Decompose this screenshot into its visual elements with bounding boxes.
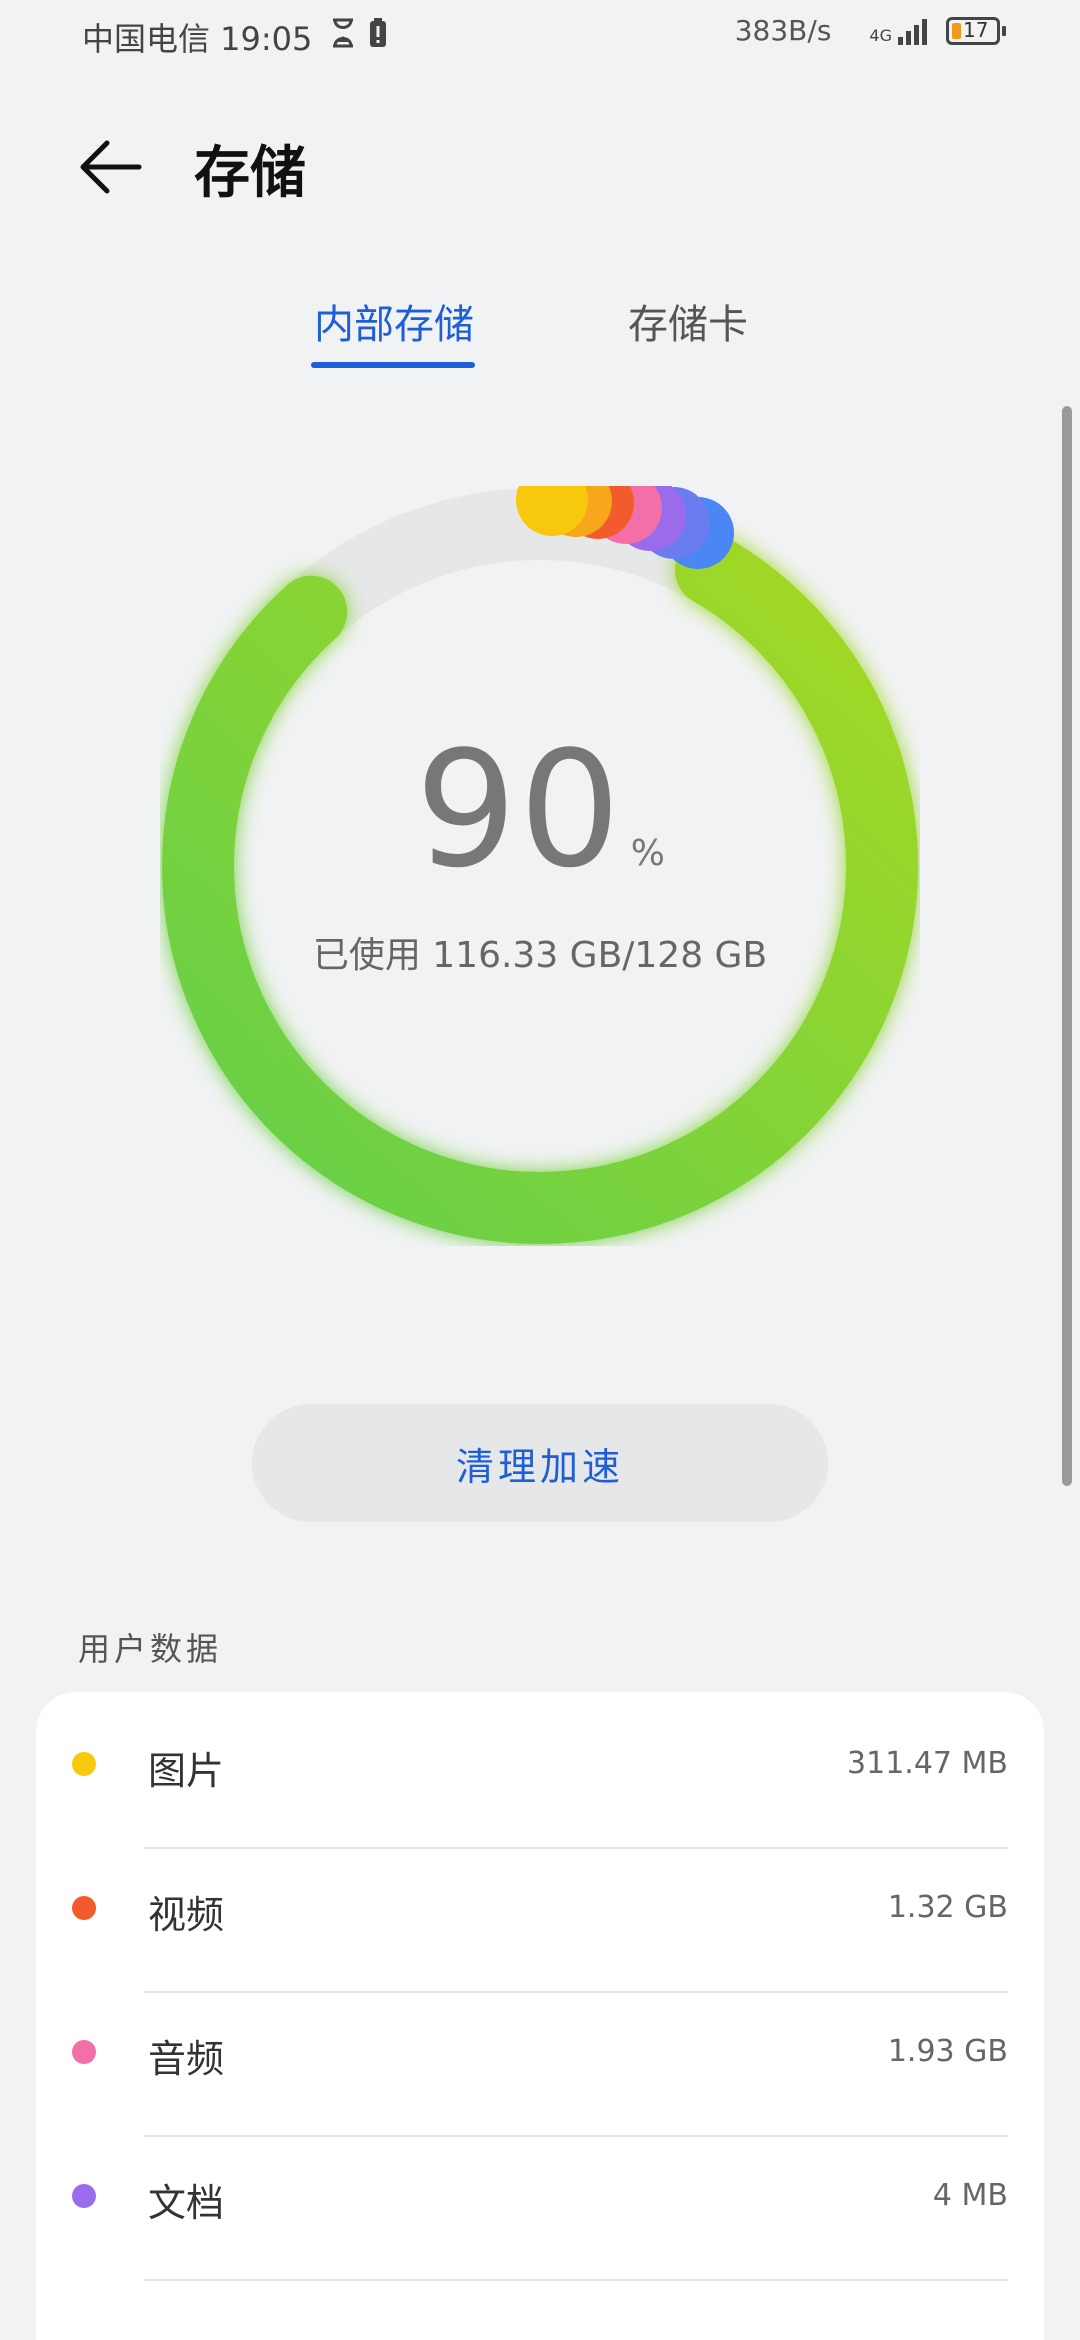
signal-4g-icon: 4G [869, 17, 932, 45]
net-speed: 383B/s [734, 14, 832, 47]
list-item-images[interactable]: 图片 311.47 MB [36, 1692, 1044, 1836]
dot-images [72, 1752, 96, 1776]
item-label: 视频 [148, 1893, 225, 1937]
dot-documents [72, 2184, 96, 2208]
dot-videos [72, 1896, 96, 1920]
item-size: 311.47 MB [847, 1746, 1008, 1781]
percent-sign: % [630, 833, 665, 874]
item-size: 1.32 GB [887, 1890, 1008, 1925]
tab-storage-card[interactable]: 存储卡 [628, 292, 748, 350]
status-left: 中国电信 19:05 [82, 14, 388, 60]
item-label: 音频 [148, 2037, 225, 2081]
clean-accelerate-button[interactable]: 清理加速 [252, 1404, 828, 1522]
user-data-list: 图片 311.47 MB 视频 1.32 GB 音频 1.93 GB 文档 4 … [36, 1692, 1044, 2340]
used-capacity: 已使用 116.33 GB/128 GB [312, 935, 768, 976]
tab-internal-storage[interactable]: 内部存储 [314, 292, 474, 350]
storage-screen: 中国电信 19:05 383B/s 4G 17 存储 内部存储 存储卡 90 %… [0, 0, 1080, 2340]
status-bar: 中国电信 19:05 383B/s 4G 17 [0, 0, 1080, 72]
page-title: 存储 [194, 141, 306, 206]
hourglass-icon [330, 18, 356, 56]
list-item-audio[interactable]: 音频 1.93 GB [36, 1980, 1044, 2124]
storage-tabs: 内部存储 存储卡 [0, 292, 1080, 372]
alert-battery-icon [368, 17, 388, 57]
dot-audio [72, 2040, 96, 2064]
carrier-time: 中国电信 19:05 [82, 20, 313, 58]
section-user-data-label: 用户数据 [78, 1630, 223, 1668]
back-button[interactable] [70, 122, 150, 212]
list-item-documents[interactable]: 文档 4 MB [36, 2124, 1044, 2268]
list-item-videos[interactable]: 视频 1.32 GB [36, 1836, 1044, 1980]
item-label: 图片 [148, 1749, 225, 1793]
network-type: 4G [869, 25, 892, 45]
item-label: 文档 [148, 2181, 225, 2225]
divider [144, 2279, 1008, 2281]
scrollbar[interactable] [1062, 406, 1072, 1486]
battery-icon: 17 [946, 16, 1006, 45]
item-size: 4 MB [932, 2178, 1008, 2213]
header: 存储 [0, 110, 1080, 230]
battery-level: 17 [963, 17, 989, 42]
status-right: 383B/s 4G 17 [734, 14, 1006, 47]
storage-ring: 90% 已使用 116.33 GB/128 GB [160, 486, 920, 1246]
tab-indicator [311, 362, 475, 368]
usage-percent: 90% [160, 716, 920, 903]
item-size: 1.93 GB [887, 2034, 1008, 2069]
percent-value: 90 [415, 716, 623, 903]
arrow-left-icon [80, 140, 142, 194]
